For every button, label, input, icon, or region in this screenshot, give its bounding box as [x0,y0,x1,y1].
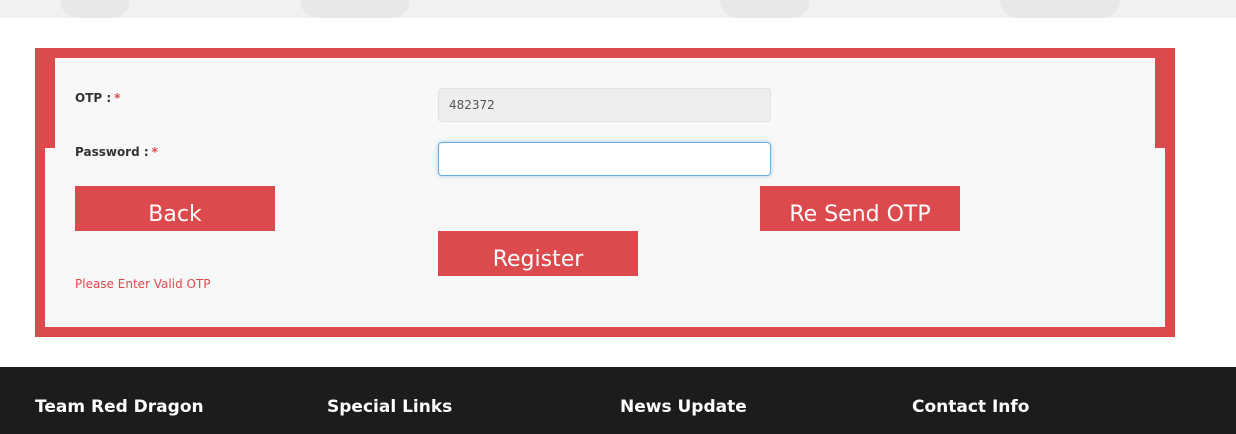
password-label-text: Password : [75,145,149,159]
banner-decoration [60,0,130,18]
footer-heading-contact: Contact Info [912,397,1030,417]
required-marker: * [114,91,121,105]
footer-heading-news: News Update [620,397,747,417]
error-message: Please Enter Valid OTP [75,277,211,291]
banner-decoration [1000,0,1120,18]
required-marker: * [151,145,158,159]
banner-decoration [300,0,410,18]
otp-field[interactable] [438,88,771,122]
top-banner-strip [0,0,1236,18]
site-footer: Team Red Dragon Special Links News Updat… [0,367,1236,434]
banner-decoration [720,0,810,18]
register-button[interactable]: Register [438,231,638,276]
resend-otp-button[interactable]: Re Send OTP [760,186,960,231]
password-label: Password : * [75,145,158,159]
otp-label-text: OTP : [75,91,112,105]
footer-heading-special-links: Special Links [327,397,453,417]
otp-label: OTP : * [75,91,120,105]
footer-heading-team: Team Red Dragon [35,397,204,417]
password-field[interactable] [438,142,771,176]
back-button[interactable]: Back [75,186,275,231]
